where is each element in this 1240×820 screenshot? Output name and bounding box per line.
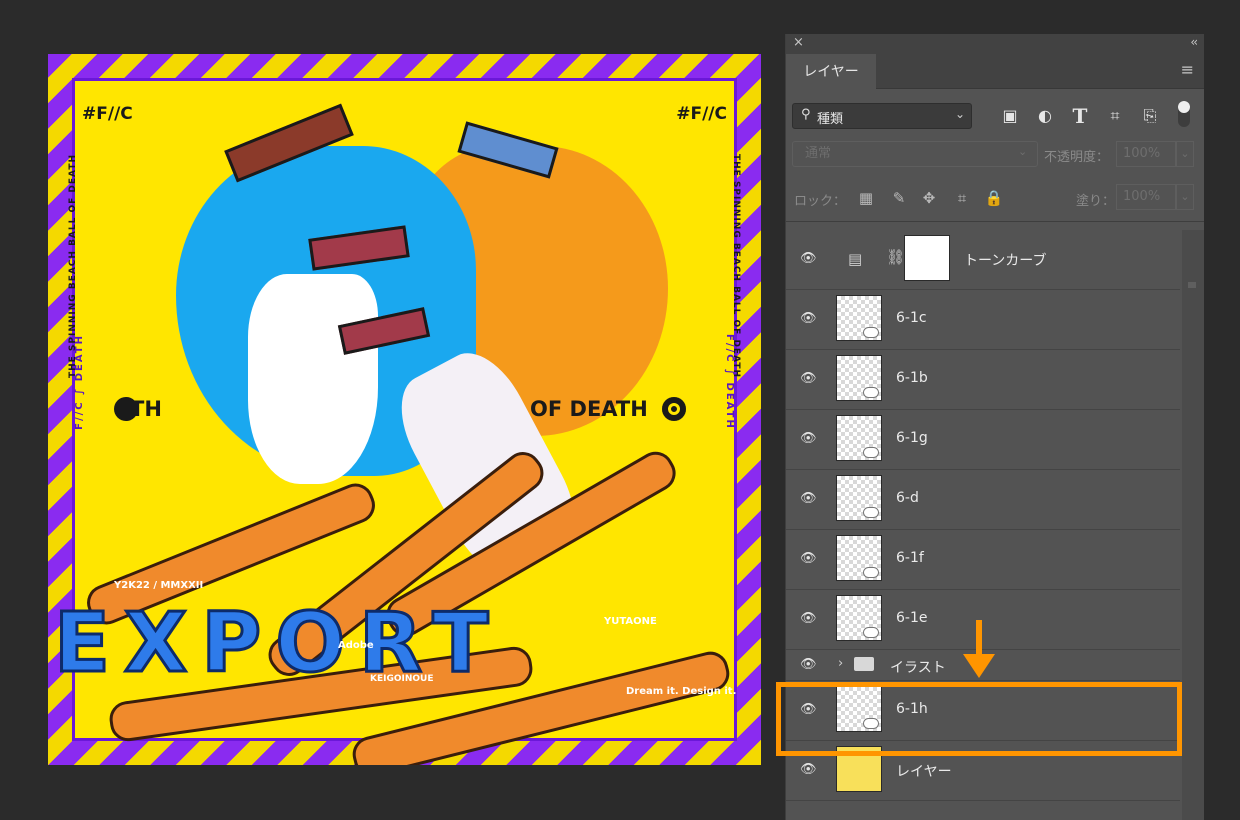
chevron-right-icon[interactable]: ›: [838, 656, 843, 671]
layer-row[interactable]: 👁 6-d: [786, 470, 1180, 530]
eye-icon[interactable]: 👁: [800, 311, 817, 327]
opacity-field[interactable]: 100%: [1116, 141, 1176, 167]
folder-icon: [854, 657, 874, 671]
lock-image-pixels-icon[interactable]: ✎: [889, 188, 909, 208]
lock-label: ロック：: [794, 194, 847, 209]
close-icon[interactable]: ×: [793, 35, 804, 50]
cloud-document-icon: [863, 327, 879, 338]
layer-list-scrollbar[interactable]: [1182, 230, 1204, 820]
opacity-dropdown-button[interactable]: ⌄: [1176, 141, 1194, 167]
cloud-document-icon: [863, 387, 879, 398]
layer-row-tone-curve[interactable]: 👁 ▤ ⛓ トーンカーブ: [786, 230, 1180, 290]
eye-icon[interactable]: 👁: [800, 491, 817, 507]
cloud-document-icon: [863, 507, 879, 518]
fill-dropdown-button[interactable]: ⌄: [1176, 184, 1194, 210]
layer-thumbnail: [836, 415, 882, 461]
layer-name: 6-1g: [896, 430, 928, 446]
opacity-label: 不透明度：: [1044, 150, 1110, 165]
cloud-document-icon: [863, 567, 879, 578]
face-shape: [248, 274, 378, 484]
layer-thumbnail: [836, 535, 882, 581]
artwork-tag-right: #F//C: [676, 104, 727, 124]
eye-icon[interactable]: 👁: [800, 251, 817, 267]
blend-mode-select[interactable]: 通常: [792, 141, 1038, 167]
link-icon[interactable]: ⛓: [886, 248, 905, 266]
layer-name: 6-1c: [896, 310, 927, 326]
canvas-artwork[interactable]: #F//C #F//C THE SPINNING BEACH BALL OF D…: [48, 54, 761, 765]
artwork-side-text-right: F//C ∫ DEATH: [724, 334, 735, 430]
filter-shape-layer-icon[interactable]: ⌗: [1104, 105, 1126, 127]
layer-thumbnail: [836, 595, 882, 641]
cloud-document-icon: [863, 447, 879, 458]
artwork-tag-left: #F//C: [82, 104, 133, 124]
layer-name: トーンカーブ: [964, 253, 1047, 269]
eye-icon[interactable]: 👁: [800, 431, 817, 447]
filter-smart-object-icon[interactable]: ⎘: [1139, 105, 1161, 127]
curves-adjustment-icon: ▤: [848, 250, 863, 268]
layer-row[interactable]: 👁 6-1c: [786, 290, 1180, 350]
filter-toggle-knob: [1178, 101, 1190, 113]
artwork-band-text-left: TH: [130, 397, 162, 421]
collapse-icon[interactable]: ‹‹: [1190, 35, 1197, 49]
panel-tab-bar: レイヤー ≡: [786, 52, 1204, 89]
eye-icon[interactable]: 👁: [800, 551, 817, 567]
panel-title-bar: × ‹‹: [786, 34, 1204, 52]
logo-artist-text: KEIGOINOUE: [370, 674, 434, 684]
eye-icon[interactable]: 👁: [800, 762, 817, 778]
tab-layers[interactable]: レイヤー: [786, 54, 876, 89]
filter-kind-label: 種類: [817, 112, 844, 127]
eye-icon[interactable]: 👁: [800, 371, 817, 387]
lock-row: ロック： ▦ ✎ ✥ ⌗ 🔒 塗り： 100% ⌄: [786, 177, 1204, 222]
panel-menu-icon[interactable]: ≡: [1181, 62, 1194, 78]
ring-emblem-icon: [662, 397, 686, 421]
layer-row[interactable]: 👁 6-1b: [786, 350, 1180, 410]
eye-icon[interactable]: 👁: [800, 611, 817, 627]
filter-toggle[interactable]: [1178, 101, 1190, 127]
chevron-down-icon: ⌄: [954, 107, 965, 121]
layer-row[interactable]: 👁 6-1f: [786, 530, 1180, 590]
lock-artboard-icon[interactable]: ⌗: [952, 188, 972, 208]
logo-artist2-text: YUTAONE: [604, 616, 657, 627]
lock-position-icon[interactable]: ✥: [919, 188, 939, 208]
logo-adobe-text: Adobe: [338, 640, 374, 651]
artwork-side-text-left: F//C ∫ DEATH: [74, 334, 85, 430]
fill-label: 塗り：: [1076, 194, 1116, 209]
filter-pixel-layer-icon[interactable]: ▣: [999, 105, 1021, 127]
layer-thumbnail: [836, 355, 882, 401]
filter-kind-select[interactable]: ⚲ 種類 ⌄: [792, 103, 972, 129]
filter-row: ⚲ 種類 ⌄ ▣ ◐ T ⌗ ⎘: [786, 89, 1204, 137]
logo-year-text: Y2K22 / MMXXII: [114, 580, 204, 591]
layer-mask-thumbnail[interactable]: [904, 235, 950, 281]
fill-field[interactable]: 100%: [1116, 184, 1176, 210]
layer-name: 6-1f: [896, 550, 924, 566]
annotation-arrow: [976, 620, 982, 658]
filter-type-layer-icon[interactable]: T: [1069, 105, 1091, 127]
layer-name: レイヤー: [896, 764, 952, 780]
layer-thumbnail: [836, 295, 882, 341]
eye-icon[interactable]: 👁: [800, 657, 817, 673]
layer-name: 6-d: [896, 490, 919, 506]
lock-all-icon[interactable]: 🔒: [984, 188, 1004, 208]
chevron-down-icon: ⌄: [1018, 145, 1028, 158]
layer-name: 6-1b: [896, 370, 928, 386]
search-icon: ⚲: [801, 107, 811, 122]
scrollbar-thumb[interactable]: [1188, 282, 1196, 288]
blend-row: 通常 ⌄ 不透明度： 100% ⌄: [786, 137, 1204, 177]
layer-thumbnail: [836, 475, 882, 521]
layer-name: 6-1e: [896, 610, 928, 626]
filter-adjustment-layer-icon[interactable]: ◐: [1034, 105, 1056, 127]
annotation-arrow-head: [963, 654, 995, 678]
layer-row[interactable]: 👁 6-1e: [786, 590, 1180, 650]
annotation-highlight-box: [776, 682, 1182, 756]
cloud-document-icon: [863, 627, 879, 638]
lock-transparent-pixels-icon[interactable]: ▦: [856, 188, 876, 208]
logo-tagline-text: Dream it. Design it.: [626, 686, 737, 697]
layer-row[interactable]: 👁 6-1g: [786, 410, 1180, 470]
group-name: イラスト: [890, 660, 946, 676]
artwork-band-text-right: OF DEATH: [530, 397, 648, 421]
